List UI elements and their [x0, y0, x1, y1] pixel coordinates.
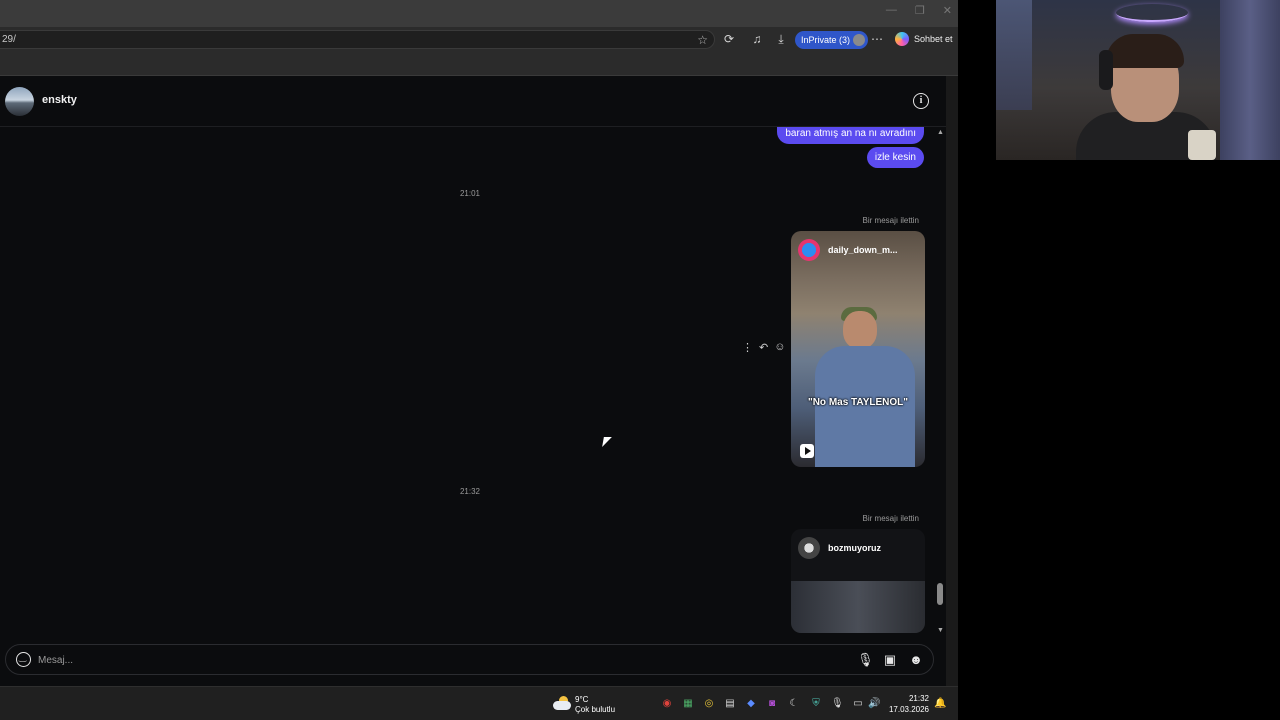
forwarded-label: Bir mesajı ilettin	[862, 216, 919, 225]
message-actions: ⋮ ↶ ☺	[742, 341, 785, 354]
tray-app-icon[interactable]: ☾	[788, 698, 800, 710]
webcam-window-bg	[996, 0, 1032, 110]
close-button[interactable]: ✕	[943, 4, 952, 17]
message-composer: 🎙 ▣ ☻	[5, 644, 934, 675]
favorite-star-icon[interactable]: ☆	[697, 33, 708, 47]
contact-name[interactable]: enskty	[42, 94, 77, 106]
webcam-neon-sign	[1116, 4, 1188, 22]
timestamp: 21:01	[459, 189, 481, 198]
message-thread: baran atmış an na nı avradını izle kesin…	[0, 127, 934, 636]
message-bubble[interactable]: baran atmış an na nı avradını	[777, 127, 924, 144]
message-bubble[interactable]: izle kesin	[866, 147, 924, 168]
microphone-icon[interactable]: 🎙	[857, 652, 874, 668]
inprivate-label: InPrivate (3)	[801, 35, 851, 45]
empty-black-area	[958, 160, 1280, 720]
scroll-up-arrow-icon[interactable]: ▲	[937, 129, 944, 136]
post-owner-name: bozmuyoruz	[828, 543, 881, 553]
copilot-chat-label[interactable]: Sohbet et	[914, 34, 953, 44]
microphone-tray-icon[interactable]: 🎙	[831, 698, 844, 710]
shared-reel-card[interactable]: daily_down_m... "No Mas TAYLENOL"	[791, 231, 925, 467]
shield-icon[interactable]: ⛨	[810, 698, 822, 710]
maximize-button[interactable]: ❐	[915, 4, 925, 17]
taskbar: 9°C Çok bulutlu ◉ ▦ ◎ ▤ ◆ ◙ ☾ ⛨ 🎙 ▭ 🔊 21…	[0, 686, 958, 720]
message-input[interactable]	[38, 652, 818, 668]
more-menu-icon[interactable]: ⋯	[869, 32, 885, 46]
reel-owner-name: daily_down_m...	[828, 245, 898, 255]
reply-icon[interactable]: ↶	[759, 341, 768, 354]
shared-post-card[interactable]: bozmuyoruz	[791, 529, 925, 633]
timestamp: 21:32	[459, 487, 481, 496]
scroll-down-arrow-icon[interactable]: ▼	[937, 627, 944, 634]
minimize-button[interactable]: —	[886, 4, 897, 17]
tray-app-icon[interactable]: ◉	[661, 698, 673, 710]
weather-condition[interactable]: Çok bulutlu	[575, 705, 615, 714]
post-thumbnail	[791, 581, 925, 633]
webcam-overlay	[996, 0, 1280, 160]
tray-app-icon[interactable]: ▦	[682, 698, 694, 710]
webcam-curtain-bg	[1220, 0, 1280, 160]
reel-play-icon	[800, 444, 814, 458]
contact-avatar[interactable]	[5, 87, 34, 116]
notification-bell-icon[interactable]: 🔔	[934, 698, 946, 709]
thread-scrollbar[interactable]: ▲ ▼	[934, 127, 946, 636]
window-controls: — ❐ ✕	[886, 4, 952, 17]
clock-date[interactable]: 17.03.2026	[888, 705, 929, 714]
tray-app-icon[interactable]: ▤	[724, 698, 736, 710]
tray-app-icon[interactable]: ◆	[745, 698, 757, 710]
address-bar[interactable]: 29/ ☆	[0, 30, 715, 49]
clock-time[interactable]: 21:32	[906, 694, 929, 703]
tray-app-icon[interactable]: ◙	[766, 698, 778, 710]
reel-thumbnail-person	[843, 311, 877, 349]
weather-temperature[interactable]: 9°C	[575, 695, 588, 704]
scroll-thumb[interactable]	[937, 583, 943, 605]
collections-icon[interactable]: ♫	[749, 32, 765, 46]
profile-avatar	[853, 34, 866, 46]
emoji-picker-icon[interactable]	[16, 652, 31, 667]
webcam-cup	[1188, 130, 1216, 160]
inprivate-badge[interactable]: InPrivate (3)	[795, 31, 869, 49]
webcam-headset	[1099, 50, 1113, 90]
page-scrollbar[interactable]	[946, 76, 958, 686]
forwarded-label: Bir mesajı ilettin	[862, 514, 919, 523]
browser-window: — ❐ ✕ 29/ ☆ ⟳ ♫ ⤓ InPrivate (3) ⋯ Sohbet…	[0, 0, 958, 720]
more-options-icon[interactable]: ⋮	[742, 341, 753, 354]
download-icon[interactable]: ⤓	[773, 32, 789, 47]
react-emoji-icon[interactable]: ☺	[774, 341, 785, 354]
network-icon[interactable]: ▭	[852, 698, 864, 710]
extensions-icon[interactable]: ⟳	[721, 32, 737, 46]
volume-icon[interactable]: 🔊	[868, 698, 880, 710]
copilot-icon[interactable]	[895, 32, 909, 46]
reel-caption: "No Mas TAYLENOL"	[807, 397, 909, 408]
info-icon[interactable]: i	[913, 93, 929, 109]
post-owner-avatar	[798, 537, 820, 559]
webcam-person-hair	[1106, 34, 1184, 68]
reel-owner-avatar	[798, 239, 820, 261]
bookmarks-bar	[0, 51, 958, 76]
tray-app-icon[interactable]: ◎	[703, 698, 715, 710]
sticker-icon[interactable]: ☻	[908, 652, 924, 667]
chat-header: enskty i	[0, 76, 946, 127]
url-text[interactable]: 29/	[2, 34, 16, 45]
weather-icon[interactable]	[553, 696, 571, 710]
image-upload-icon[interactable]: ▣	[882, 652, 898, 668]
title-bar: — ❐ ✕	[0, 0, 958, 27]
